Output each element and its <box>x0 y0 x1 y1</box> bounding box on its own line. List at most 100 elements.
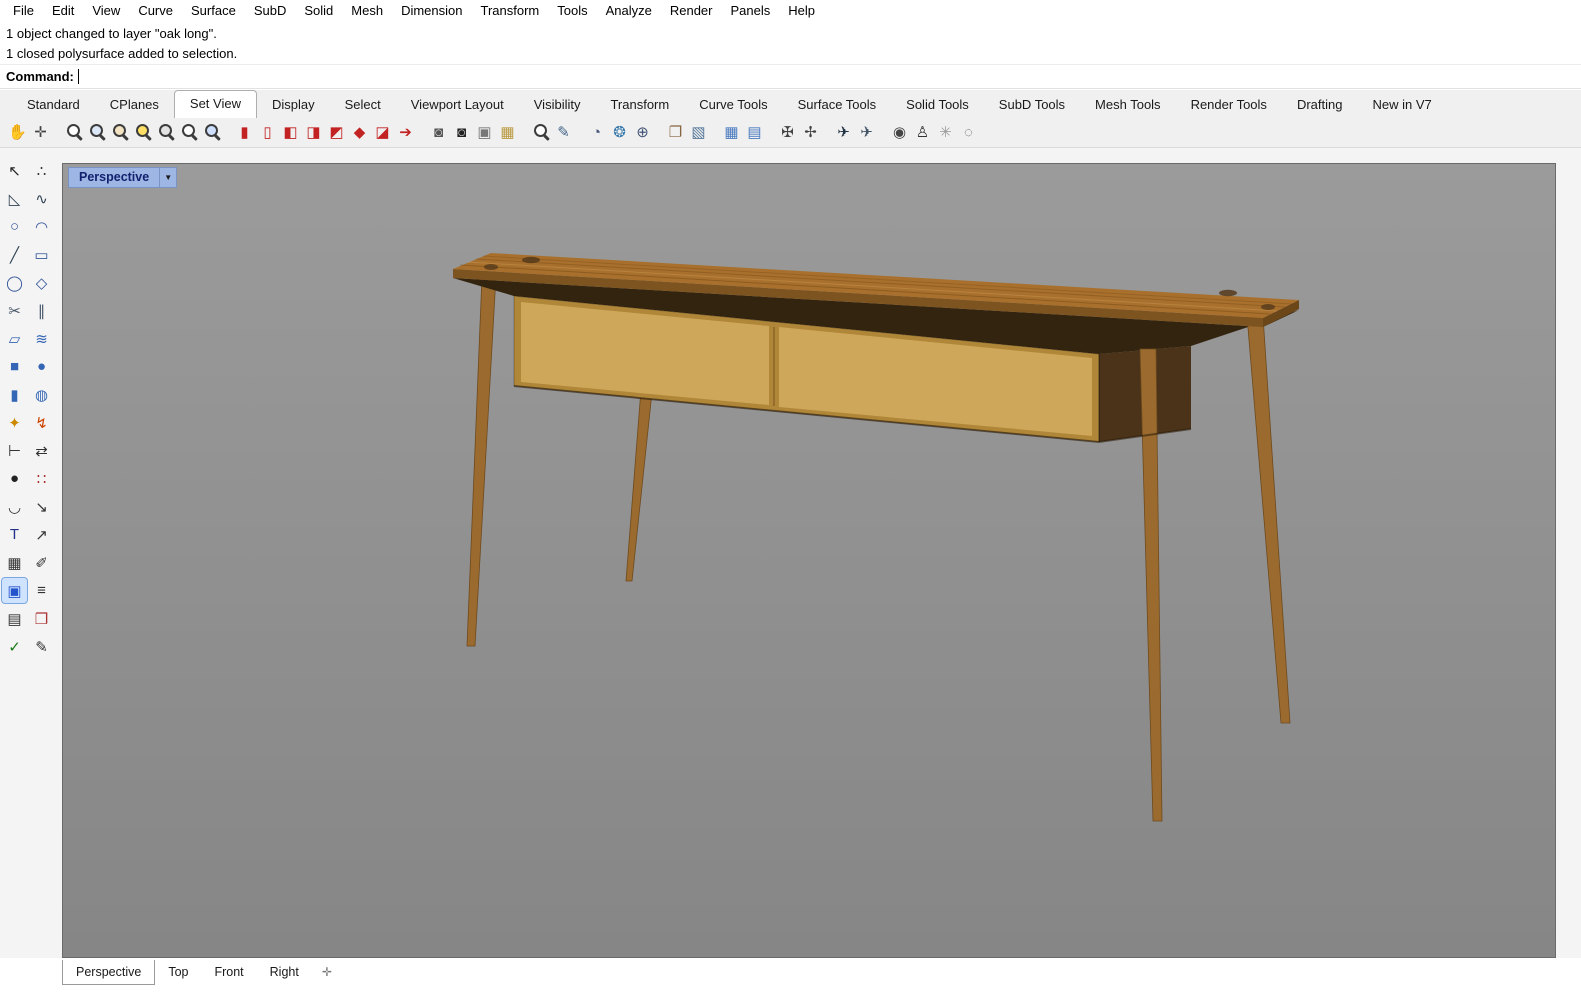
magnify-small-icon[interactable] <box>529 120 552 145</box>
flow-icon[interactable]: ✐ <box>29 550 54 575</box>
tab-display[interactable]: Display <box>257 92 330 118</box>
zoom-window-icon[interactable] <box>85 120 108 145</box>
split-icon[interactable]: ⇄ <box>29 438 54 463</box>
blend-icon[interactable]: ◡ <box>2 494 27 519</box>
gumball-icon[interactable]: ▣ <box>1 577 28 604</box>
spin-view-icon[interactable]: ✢ <box>799 120 822 145</box>
cplane-move-icon[interactable]: ▤ <box>743 120 766 145</box>
viewport-tab-front[interactable]: Front <box>201 960 256 984</box>
tab-surface-tools[interactable]: Surface Tools <box>783 92 892 118</box>
text-icon[interactable]: T <box>2 522 27 547</box>
loft-icon[interactable]: ≋ <box>29 326 54 351</box>
menu-surface[interactable]: Surface <box>182 1 245 20</box>
menu-panels[interactable]: Panels <box>721 1 779 20</box>
zoom-selected-icon[interactable] <box>108 120 131 145</box>
cylinder-icon[interactable]: ▮ <box>2 382 27 407</box>
tab-select[interactable]: Select <box>330 92 396 118</box>
surface-icon[interactable]: ▱ <box>2 326 27 351</box>
render-icon[interactable]: ● <box>2 466 27 491</box>
arc-icon[interactable]: ◠ <box>29 214 54 239</box>
save-view-icon[interactable]: ▦ <box>496 120 519 145</box>
tab-new-in-v7[interactable]: New in V7 <box>1357 92 1446 118</box>
grid-snap-icon[interactable]: ▤ <box>2 606 27 631</box>
scale-icon[interactable]: ↘ <box>29 494 54 519</box>
menu-dimension[interactable]: Dimension <box>392 1 471 20</box>
zoom-out-icon[interactable] <box>177 120 200 145</box>
desk-leg-front-right[interactable] <box>1246 315 1291 724</box>
right-view-icon[interactable]: ◨ <box>302 120 325 145</box>
polyline-icon[interactable]: ◺ <box>2 186 27 211</box>
tube-icon[interactable]: ◍ <box>29 382 54 407</box>
pan-hand-icon[interactable]: ✋ <box>6 120 29 145</box>
comment-view-icon[interactable]: ◉ <box>888 120 911 145</box>
pan-view-icon[interactable]: ✛ <box>29 120 52 145</box>
viewport-tab-top[interactable]: Top <box>155 960 201 984</box>
sun-icon[interactable]: ✳ <box>934 120 957 145</box>
orbit-sphere-icon[interactable]: ❂ <box>608 120 631 145</box>
walk-mode-icon[interactable]: ♙ <box>911 120 934 145</box>
tab-solid-tools[interactable]: Solid Tools <box>891 92 984 118</box>
camera-settings-icon[interactable]: ◙ <box>450 120 473 145</box>
fly-back-icon[interactable]: ✈ <box>855 120 878 145</box>
view-back-icon[interactable]: ▮ <box>233 120 256 145</box>
new-viewport-tab-icon[interactable]: ✛ <box>312 963 342 981</box>
curve-tools-icon[interactable]: ✂ <box>2 298 27 323</box>
rotate-view-icon[interactable]: ➔ <box>394 120 417 145</box>
viewport-label-dropdown[interactable]: ▼ <box>160 167 178 188</box>
rectangle-icon[interactable]: ▭ <box>29 242 54 267</box>
points-on-icon[interactable]: ∷ <box>29 466 54 491</box>
trim-icon[interactable]: ⊢ <box>2 438 27 463</box>
check-icon[interactable]: ✓ <box>2 634 27 659</box>
viewport-tab-perspective[interactable]: Perspective <box>62 959 156 985</box>
viewport[interactable]: Perspective ▼ <box>62 163 1556 958</box>
tab-drafting[interactable]: Drafting <box>1282 92 1358 118</box>
line-icon[interactable]: ╱ <box>2 242 27 267</box>
tab-render-tools[interactable]: Render Tools <box>1176 92 1282 118</box>
tab-cplanes[interactable]: CPlanes <box>95 92 174 118</box>
zoom-1to1-icon[interactable] <box>200 120 223 145</box>
menu-file[interactable]: File <box>4 1 43 20</box>
axes-cube-icon[interactable]: ▧ <box>687 120 710 145</box>
isometric-view-icon[interactable]: ◪ <box>371 120 394 145</box>
dashed-circle-icon[interactable]: ◌ <box>957 120 980 145</box>
zoom-extents-icon[interactable] <box>131 120 154 145</box>
menu-analyze[interactable]: Analyze <box>597 1 661 20</box>
viewport-tab-right[interactable]: Right <box>257 960 312 984</box>
point-icon[interactable]: ∴ <box>29 158 54 183</box>
projector-icon[interactable]: ▣ <box>473 120 496 145</box>
align-vertical-icon[interactable]: ✠ <box>776 120 799 145</box>
block-icon[interactable]: ❒ <box>29 606 54 631</box>
tab-mesh-tools[interactable]: Mesh Tools <box>1080 92 1176 118</box>
zoom-back-icon[interactable] <box>154 120 177 145</box>
rotate-circle-icon[interactable]: ◔ <box>585 120 608 145</box>
viewport-label-text[interactable]: Perspective <box>68 167 161 188</box>
leader-icon[interactable]: ↗ <box>29 522 54 547</box>
tab-curve-tools[interactable]: Curve Tools <box>684 92 782 118</box>
box-icon[interactable]: ■ <box>2 354 27 379</box>
view-forward-icon[interactable]: ▯ <box>256 120 279 145</box>
menu-transform[interactable]: Transform <box>471 1 548 20</box>
hatch-icon[interactable]: ▦ <box>2 550 27 575</box>
offset-icon[interactable]: ∥ <box>29 298 54 323</box>
desk-leg-front-left[interactable] <box>466 275 497 647</box>
menu-edit[interactable]: Edit <box>43 1 83 20</box>
zoom-2d-icon[interactable]: ✎ <box>552 120 575 145</box>
tab-standard[interactable]: Standard <box>12 92 95 118</box>
top-view-icon[interactable]: ◩ <box>325 120 348 145</box>
viewport-label[interactable]: Perspective ▼ <box>68 167 178 188</box>
menu-help[interactable]: Help <box>779 1 824 20</box>
list-icon[interactable]: ≡ <box>29 578 54 603</box>
polygon-icon[interactable]: ◇ <box>29 270 54 295</box>
menu-curve[interactable]: Curve <box>129 1 182 20</box>
boolean-icon[interactable]: ✦ <box>2 410 27 435</box>
bend-icon[interactable]: ↯ <box>29 410 54 435</box>
command-line[interactable]: Command: <box>0 64 1581 89</box>
tab-transform[interactable]: Transform <box>595 92 684 118</box>
sphere-icon[interactable]: ● <box>29 354 54 379</box>
circle-icon[interactable]: ○ <box>2 214 27 239</box>
view-cube-icon[interactable]: ❐ <box>664 120 687 145</box>
menu-solid[interactable]: Solid <box>295 1 342 20</box>
tab-set-view[interactable]: Set View <box>173 90 257 118</box>
curve-icon[interactable]: ∿ <box>29 186 54 211</box>
desk-model[interactable] <box>63 164 1555 957</box>
